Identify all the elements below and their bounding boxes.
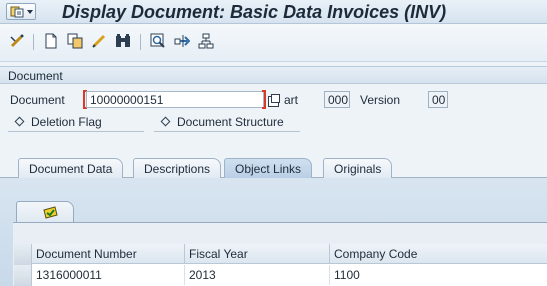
version-label: Version	[360, 93, 401, 107]
tab-originals[interactable]: Originals	[323, 158, 393, 178]
object-link-subtab[interactable]	[16, 201, 74, 223]
cell-fiscal-year[interactable]: 2013	[185, 265, 330, 285]
document-structure-label: Document Structure	[177, 115, 284, 129]
cell-document-number[interactable]: 1316000011	[32, 265, 185, 285]
group-header: Document	[0, 66, 547, 84]
column-header-document-number[interactable]: Document Number	[32, 244, 185, 264]
tab-area: Document Data Descriptions Object Links …	[0, 150, 547, 286]
document-structure-button[interactable]: Document Structure	[154, 113, 300, 132]
system-menu-icon	[10, 6, 24, 18]
change-display-icon[interactable]	[8, 32, 26, 50]
find-icon[interactable]	[114, 32, 132, 50]
page-title: Display Document: Basic Data Invoices (I…	[62, 2, 447, 22]
column-header-company-code[interactable]: Company Code	[330, 244, 547, 264]
document-group: Document Document 10000000151 art 000 Ve…	[0, 66, 547, 138]
display-original-icon[interactable]	[149, 32, 167, 50]
application-toolbar	[0, 24, 547, 62]
required-field-marker-right	[262, 90, 266, 109]
diamond-icon	[14, 116, 25, 127]
document-number-field[interactable]: 10000000151	[86, 91, 264, 108]
toolbar-separator	[140, 34, 141, 50]
system-menu-button[interactable]	[6, 3, 36, 20]
select-all-cell[interactable]	[14, 244, 32, 265]
document-label: Document	[10, 93, 65, 107]
cell-company-code[interactable]: 1100	[330, 265, 547, 285]
tab-object-links[interactable]: Object Links	[224, 158, 313, 178]
document-part-field[interactable]: 000	[324, 91, 350, 108]
new-document-icon[interactable]	[42, 32, 60, 50]
tab-document-data[interactable]: Document Data	[18, 158, 124, 178]
row-selector[interactable]	[14, 265, 32, 286]
value-help-icon[interactable]	[268, 94, 280, 107]
navigate-icon[interactable]	[173, 32, 191, 50]
tab-descriptions[interactable]: Descriptions	[133, 158, 222, 178]
column-header-fiscal-year[interactable]: Fiscal Year	[185, 244, 330, 264]
title-bar: Display Document: Basic Data Invoices (I…	[0, 0, 547, 24]
group-title: Document	[8, 69, 63, 83]
deletion-flag-label: Deletion Flag	[31, 115, 102, 129]
document-version-field[interactable]: 00	[428, 91, 448, 108]
structure-icon[interactable]	[197, 32, 215, 50]
deletion-flag-button[interactable]: Deletion Flag	[8, 113, 144, 132]
part-label: art	[284, 93, 299, 107]
chevron-down-icon	[27, 10, 33, 14]
edit-icon[interactable]	[90, 32, 108, 50]
object-links-table: Document Number Fiscal Year Company Code…	[14, 244, 547, 286]
linked-object-icon	[43, 206, 58, 219]
diamond-icon	[160, 116, 171, 127]
toolbar-separator	[33, 34, 34, 50]
copy-icon[interactable]	[66, 32, 84, 50]
